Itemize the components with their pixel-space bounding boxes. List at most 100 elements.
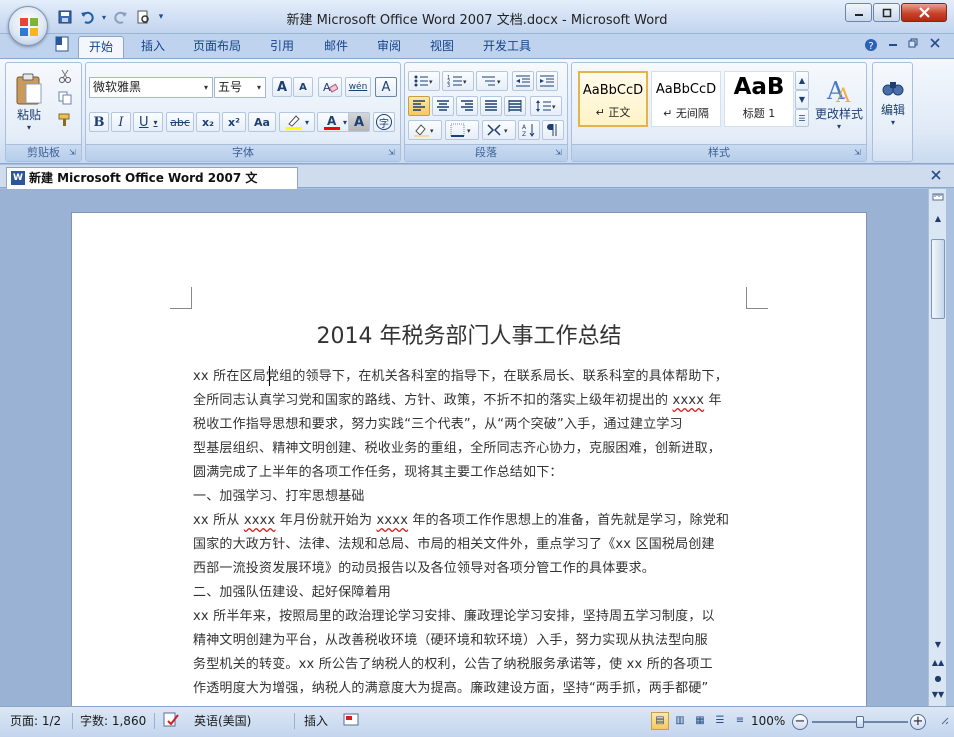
outline-view-icon[interactable]: ☰ — [711, 712, 729, 730]
enclose-char-button[interactable]: 字 — [373, 112, 395, 132]
italic-button[interactable]: I — [111, 112, 131, 132]
change-styles-dropdown-icon[interactable]: ▾ — [837, 122, 841, 131]
bold-button[interactable]: B — [89, 112, 109, 132]
doc-close-icon[interactable] — [926, 38, 944, 54]
char-shading-button[interactable]: A — [348, 112, 370, 132]
maximize-icon[interactable] — [873, 3, 900, 22]
decrease-indent-icon[interactable] — [512, 71, 534, 91]
line-spacing-icon[interactable]: ▾ — [530, 96, 562, 116]
ribbon-restore-icon[interactable] — [904, 38, 922, 54]
zoom-out-icon[interactable]: − — [792, 714, 808, 730]
previous-page-icon[interactable]: ▲▲ — [930, 655, 946, 671]
tab-review[interactable]: 审阅 — [367, 36, 411, 58]
clear-format-icon[interactable]: A — [318, 77, 342, 97]
phonetic-guide-button[interactable]: wén — [345, 77, 371, 97]
cut-icon[interactable] — [54, 66, 76, 86]
styles-launcher-icon[interactable]: ⇲ — [854, 149, 863, 158]
paste-dropdown-icon[interactable]: ▾ — [27, 123, 31, 132]
ruler-toggle-icon[interactable] — [930, 191, 946, 207]
document-line[interactable]: 国家的大政方针、法律、法规和总局、市局的相关文件外，重点学习了《xx 区国税局创… — [193, 533, 768, 557]
draft-view-icon[interactable]: ≡ — [731, 712, 749, 730]
subscript-button[interactable]: x₂ — [196, 112, 220, 132]
tab-references[interactable]: 引用 — [260, 36, 304, 58]
ribbon-minimize-icon[interactable] — [884, 38, 902, 54]
align-left-icon[interactable] — [408, 96, 430, 116]
word-count[interactable]: 字数: 1,860 — [80, 712, 146, 730]
editing-dropdown-icon[interactable]: ▾ — [891, 118, 895, 127]
justify-icon[interactable] — [480, 96, 502, 116]
increase-indent-icon[interactable] — [536, 71, 558, 91]
format-painter-icon[interactable] — [54, 110, 76, 130]
show-marks-icon[interactable] — [542, 120, 564, 140]
print-layout-view-icon[interactable]: ▤ — [651, 712, 669, 730]
proofing-icon[interactable] — [162, 712, 182, 730]
document-line[interactable]: 精神文明创建为平台，从改善税收环境（硬环境和软环境）入手，努力实现从执法型向服 — [193, 629, 768, 653]
document-line[interactable]: 税收工作指导思想和要求，努力实践“三个代表”，从“两个突破”入手，通过建立学习 — [193, 413, 768, 437]
style-no-spacing[interactable]: AaBbCcD ↵ 无间隔 — [651, 71, 721, 127]
numbering-icon[interactable]: 1 2 3 ▾ — [442, 71, 474, 91]
document-line[interactable]: 作透明度大为增强，纳税人的满意度大为提高。廉政建设方面，坚持“两手抓，两手都硬” — [193, 677, 768, 701]
tab-mailings[interactable]: 邮件 — [314, 36, 358, 58]
document-line[interactable]: 一、加强学习、打牢思想基础 — [193, 485, 768, 509]
resize-grip-icon[interactable] — [937, 712, 951, 730]
document-line[interactable]: 圆满完成了上半年的各项工作任务，现将其主要工作总结如下： — [193, 461, 768, 485]
underline-dropdown-icon[interactable]: ▾ — [154, 118, 158, 127]
font-color-dropdown-icon[interactable]: ▾ — [343, 118, 347, 127]
copy-icon[interactable] — [54, 88, 76, 108]
style-normal[interactable]: AaBbCcD ↵ 正文 — [578, 71, 648, 127]
editing-button[interactable]: 编辑 ▾ — [875, 67, 911, 137]
macro-record-icon[interactable] — [343, 712, 361, 730]
shading-icon[interactable]: ▾ — [408, 120, 442, 140]
help-icon[interactable]: ? — [862, 38, 880, 54]
bullets-icon[interactable]: ▾ — [408, 71, 440, 91]
scroll-up-icon[interactable]: ▲ — [930, 211, 946, 227]
distributed-icon[interactable] — [504, 96, 526, 116]
styles-more-icon[interactable]: ☰ — [795, 109, 809, 127]
page-count[interactable]: 页面: 1/2 — [10, 712, 61, 730]
change-case-button[interactable]: Aa — [248, 112, 276, 132]
underline-button[interactable]: U ▾ — [133, 112, 163, 132]
spelling-error-mark[interactable]: xxxx — [673, 393, 705, 408]
highlight-dropdown-icon[interactable]: ▾ — [305, 118, 309, 127]
zoom-level[interactable]: 100% — [751, 712, 785, 730]
spelling-error-mark[interactable]: xxxx — [377, 513, 409, 528]
zoom-slider-thumb[interactable] — [856, 716, 864, 728]
font-name-dropdown-icon[interactable]: ▾ — [200, 78, 212, 97]
align-right-icon[interactable] — [456, 96, 478, 116]
paragraph-launcher-icon[interactable]: ⇲ — [555, 149, 564, 158]
superscript-button[interactable]: x² — [222, 112, 246, 132]
shrink-font-button[interactable]: A — [293, 77, 313, 97]
char-border-button[interactable]: A — [375, 77, 397, 97]
font-size-dropdown-icon[interactable]: ▾ — [253, 78, 265, 97]
grow-font-button[interactable]: A — [272, 77, 292, 97]
clipboard-launcher-icon[interactable]: ⇲ — [69, 149, 78, 158]
document-page[interactable]: 2014 年税务部门人事工作总结 xx 所在区局党组的领导下，在机关各科室的指导… — [71, 212, 867, 706]
change-styles-button[interactable]: A A 更改样式 ▾ — [812, 67, 866, 139]
insert-mode[interactable]: 插入 — [304, 712, 328, 730]
spelling-error-mark[interactable]: xxxx — [244, 513, 276, 528]
web-layout-icon[interactable]: ▦ — [691, 712, 709, 730]
multilevel-list-icon[interactable]: ▾ — [476, 71, 508, 91]
office-button[interactable] — [8, 6, 48, 46]
document-line[interactable]: 务型机关的转变。xx 所公告了纳税人的权利，公告了纳税服务承诺等，使 xx 所的… — [193, 653, 768, 677]
tab-developer[interactable]: 开发工具 — [474, 36, 540, 58]
font-name-combo[interactable]: 微软雅黑 ▾ — [89, 77, 213, 98]
tab-home[interactable]: 开始 — [78, 36, 124, 58]
tab-view[interactable]: 视图 — [420, 36, 464, 58]
select-browse-object-icon[interactable]: ● — [930, 671, 946, 687]
zoom-in-icon[interactable]: + — [910, 714, 926, 730]
word-doc-icon[interactable] — [53, 36, 71, 52]
styles-scroll-down-icon[interactable]: ▼ — [795, 90, 809, 109]
document-body[interactable]: xx 所在区局党组的领导下，在机关各科室的指导下，在联系局长、联系科室的具体帮助… — [193, 365, 768, 701]
paste-button[interactable]: 粘贴 ▾ — [11, 67, 47, 137]
sort-icon[interactable]: AZ — [518, 120, 540, 140]
font-launcher-icon[interactable]: ⇲ — [388, 149, 397, 158]
document-line[interactable]: 全所同志认真学习党和国家的路线、方针、政策，不折不扣的落实上级年初提出的 xxx… — [193, 389, 768, 413]
document-tab-close-icon[interactable] — [930, 169, 944, 183]
document-tab[interactable]: W 新建 Microsoft Office Word 2007 文档.docx — [6, 167, 298, 205]
borders-icon[interactable]: ▾ — [445, 120, 479, 140]
tab-page-layout[interactable]: 页面布局 — [186, 36, 248, 58]
document-line[interactable]: 型基层组织、精神文明创建、税收业务的重组，全所同志齐心协力，克服困难，创新进取， — [193, 437, 768, 461]
highlight-button[interactable]: ▾ — [279, 112, 315, 132]
align-center-icon[interactable] — [432, 96, 454, 116]
